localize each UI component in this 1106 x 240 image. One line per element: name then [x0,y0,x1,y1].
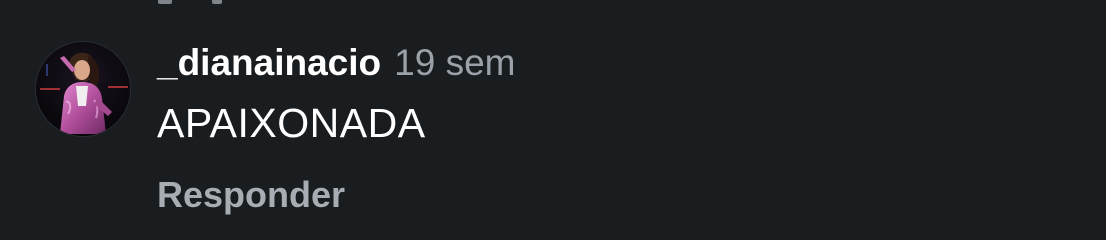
comment-item: _dianainacio 19 sem APAIXONADA Responder [36,42,1086,216]
comment-body: _dianainacio 19 sem APAIXONADA Responder [157,42,515,216]
comment-meta: _dianainacio 19 sem [157,42,515,94]
avatar-image [36,42,130,136]
comment-timestamp: 19 sem [394,42,516,83]
remnant-glyph [158,0,172,4]
previous-content-remnant [158,0,222,4]
comment-username[interactable]: _dianainacio [157,42,381,84]
reply-button[interactable]: Responder [157,174,515,216]
remnant-glyph [212,0,222,4]
avatar[interactable] [36,42,130,136]
comment-screen: _dianainacio 19 sem APAIXONADA Responder [0,0,1106,240]
comment-text: APAIXONADA [157,100,426,146]
